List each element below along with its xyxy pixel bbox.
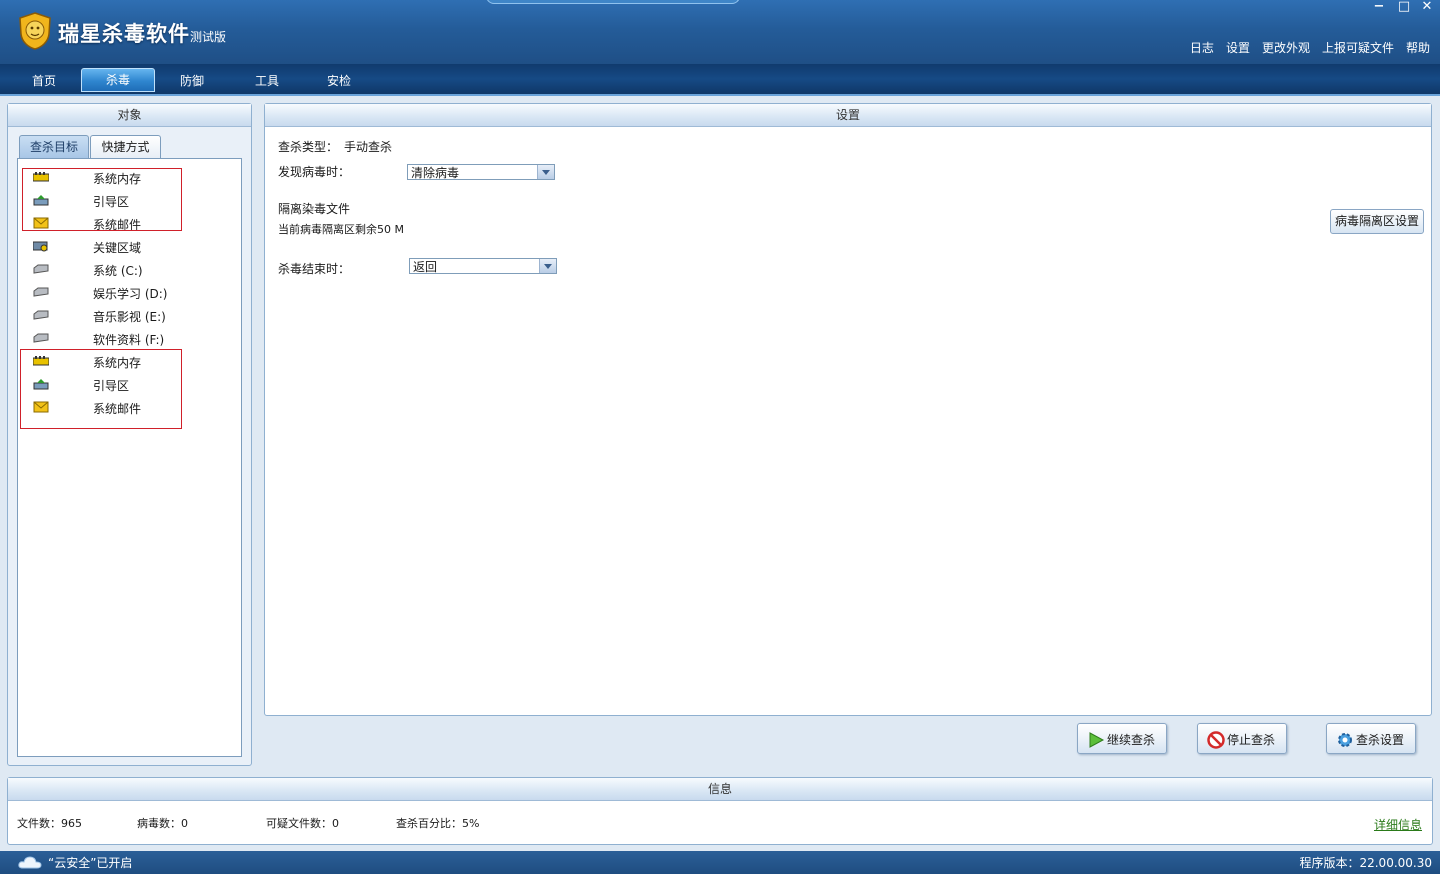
app-subtitle: 测试版 (190, 30, 227, 44)
list-item[interactable]: 关键区域 (33, 237, 233, 257)
quarantine-settings-button[interactable]: 病毒隔离区设置 (1330, 209, 1424, 234)
scan-type-label: 查杀类型： (278, 140, 339, 154)
percent-value: 5% (462, 817, 480, 830)
tab-antivirus[interactable]: 杀毒 (81, 68, 155, 92)
key-area-icon (33, 241, 48, 252)
list-item-label: 关键区域 (93, 241, 142, 255)
suspicious-count: 可疑文件数：0 (266, 815, 339, 831)
quarantine-remaining: 当前病毒隔离区剩余50 M (278, 223, 404, 236)
scan-type-value: 手动查杀 (344, 140, 393, 154)
info-panel-title: 信息 (8, 778, 1432, 801)
on-virus-select[interactable]: 清除病毒 (407, 164, 555, 180)
suspicious-value: 0 (332, 817, 339, 830)
main-nav: 首页 杀毒 防御 工具 安检 (0, 64, 1440, 96)
on-virus-label: 发现病毒时： (278, 165, 351, 179)
title-glow (486, 0, 740, 4)
chevron-down-icon[interactable] (537, 165, 554, 179)
tab-security-check[interactable]: 安检 (303, 70, 375, 92)
on-finish-select[interactable]: 返回 (409, 258, 557, 274)
quarantine-title: 隔离染毒文件 (278, 202, 351, 216)
drive-icon (33, 264, 49, 274)
highlight-box (20, 349, 182, 429)
report-suspicious-link[interactable]: 上报可疑文件 (1322, 39, 1394, 56)
virus-label: 病毒数： (137, 817, 181, 830)
drive-icon (33, 310, 49, 320)
continue-scan-button[interactable]: 继续查杀 (1077, 723, 1167, 754)
scan-settings-label: 查杀设置 (1356, 733, 1405, 747)
stop-scan-button[interactable]: 停止查杀 (1197, 723, 1287, 754)
files-count: 文件数：965 (17, 815, 82, 831)
help-link[interactable]: 帮助 (1406, 39, 1430, 56)
program-version: 程序版本：22.00.00.30 (1299, 854, 1432, 871)
on-finish-select-value: 返回 (413, 260, 438, 274)
tab-defense[interactable]: 防御 (156, 70, 228, 92)
drive-icon (33, 287, 49, 297)
cloud-status: “云安全”已开启 (48, 856, 133, 870)
status-bar: “云安全”已开启 程序版本：22.00.00.30 (0, 851, 1440, 874)
suspicious-label: 可疑文件数： (266, 817, 332, 830)
scan-percent: 查杀百分比：5% (396, 815, 479, 831)
virus-count: 病毒数：0 (137, 815, 188, 831)
on-finish-label: 杀毒结束时： (278, 262, 351, 276)
tab-scan-targets[interactable]: 查杀目标 (19, 135, 89, 158)
targets-panel-title: 对象 (8, 104, 251, 127)
on-virus-select-value: 清除病毒 (411, 166, 460, 180)
virus-value: 0 (181, 817, 188, 830)
list-item-label: 软件资料 (F:) (93, 333, 165, 347)
list-item[interactable]: 软件资料 (F:) (33, 329, 233, 349)
play-icon (1089, 732, 1105, 748)
percent-label: 查杀百分比： (396, 817, 462, 830)
stop-scan-label: 停止查杀 (1227, 733, 1276, 747)
version-value: 22.00.00.30 (1359, 856, 1432, 870)
list-item[interactable]: 娱乐学习 (D:) (33, 283, 233, 303)
cloud-icon (18, 856, 42, 869)
close-button[interactable]: ✕ (1416, 0, 1438, 14)
settings-link[interactable]: 设置 (1226, 39, 1250, 56)
list-item-label: 娱乐学习 (D:) (93, 287, 168, 301)
settings-panel-title: 设置 (265, 104, 1431, 127)
list-item-label: 音乐影视 (E:) (93, 310, 166, 324)
continue-scan-label: 继续查杀 (1107, 733, 1156, 747)
top-links: 日志 设置 更改外观 上报可疑文件 帮助 (1190, 39, 1430, 56)
version-label: 程序版本： (1299, 856, 1360, 870)
rising-lion-logo-icon (19, 12, 51, 50)
chevron-down-icon[interactable] (539, 259, 556, 273)
tab-tools[interactable]: 工具 (231, 70, 303, 92)
info-panel: 信息 (7, 777, 1433, 845)
minimize-button[interactable]: − (1368, 0, 1390, 14)
app-title: 瑞星杀毒软件 (58, 22, 190, 46)
highlight-box (22, 168, 182, 231)
detail-info-link[interactable]: 详细信息 (1374, 816, 1422, 833)
maximize-button[interactable]: □ (1393, 0, 1415, 14)
log-link[interactable]: 日志 (1190, 39, 1214, 56)
stop-icon (1207, 731, 1225, 749)
list-item[interactable]: 系统 (C:) (33, 260, 233, 280)
tab-home[interactable]: 首页 (8, 70, 80, 92)
drive-icon (33, 333, 49, 343)
list-item-label: 系统 (C:) (93, 264, 143, 278)
settings-panel: 设置 (264, 103, 1432, 716)
scan-settings-button[interactable]: 查杀设置 (1326, 723, 1416, 754)
change-skin-link[interactable]: 更改外观 (1262, 39, 1310, 56)
tab-shortcuts[interactable]: 快捷方式 (90, 135, 161, 158)
list-item[interactable]: 音乐影视 (E:) (33, 306, 233, 326)
gear-icon (1338, 733, 1352, 747)
files-label: 文件数： (17, 817, 61, 830)
files-value: 965 (61, 817, 82, 830)
